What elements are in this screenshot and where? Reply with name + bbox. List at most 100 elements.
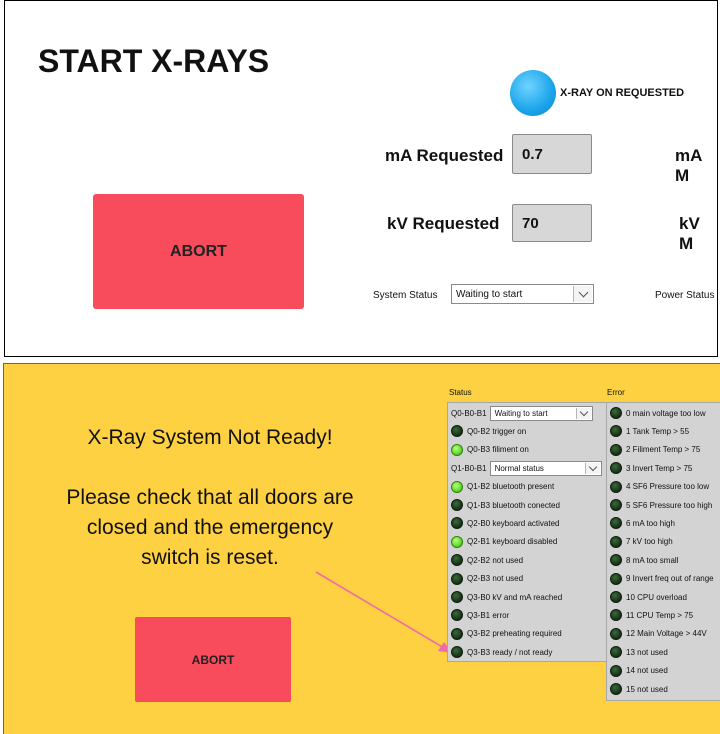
error-row-label: 8 mA too small bbox=[626, 555, 679, 565]
status-row: Q3-B3 ready / not ready bbox=[451, 644, 552, 660]
kv-requested-label: kV Requested bbox=[387, 214, 500, 233]
status-row-label: Q3-B1 error bbox=[467, 610, 510, 620]
chevron-down-icon[interactable] bbox=[573, 286, 592, 302]
chevron-down-icon[interactable] bbox=[575, 407, 591, 419]
error-row-label: 3 Invert Temp > 75 bbox=[626, 463, 693, 473]
status-row-label: Q2-B1 keyboard disabled bbox=[467, 537, 558, 547]
error-led-icon bbox=[610, 480, 622, 493]
status-row-label: Q3-B3 ready / not ready bbox=[467, 647, 553, 657]
status-select-value: Waiting to start bbox=[494, 408, 548, 418]
status-led-icon bbox=[451, 443, 463, 456]
status-select[interactable]: Waiting to start bbox=[489, 405, 593, 421]
page-title: START X-RAYS bbox=[38, 43, 270, 79]
error-row: 12 Main Voltage > 44V bbox=[610, 626, 707, 642]
status-row: Q2-B3 not used bbox=[451, 571, 523, 587]
status-led-icon bbox=[451, 572, 463, 585]
error-led-icon bbox=[610, 462, 622, 475]
error-row-label: 15 not used bbox=[626, 684, 668, 694]
abort-button-secondary[interactable]: ABORT bbox=[135, 617, 291, 702]
ma-measured-label: mA M bbox=[675, 146, 702, 185]
error-row: 13 not used bbox=[610, 644, 668, 660]
status-row-label: Q3-B0 kV and mA reached bbox=[467, 592, 563, 602]
error-row: 10 CPU overload bbox=[610, 589, 687, 605]
error-row-label: 7 kV too high bbox=[626, 537, 673, 547]
status-led-icon bbox=[451, 480, 463, 493]
status-row: Q3-B0 kV and mA reached bbox=[451, 589, 562, 605]
start-xrays-panel: START X-RAYS X-RAY ON REQUESTED mA Reque… bbox=[4, 0, 718, 357]
ma-requested-input[interactable]: 0.7 bbox=[512, 134, 592, 174]
status-row: Q3-B2 preheating required bbox=[451, 626, 562, 642]
kv-requested-input[interactable]: 70 bbox=[512, 204, 592, 242]
error-led-icon bbox=[610, 591, 622, 603]
error-led-icon bbox=[610, 443, 622, 456]
status-row-label: Q2-B2 not used bbox=[467, 555, 524, 565]
status-row: Q0-B3 filiment on bbox=[451, 442, 529, 458]
status-select-value: Normal status bbox=[494, 463, 544, 473]
error-row-label: 2 Filiment Temp > 75 bbox=[626, 445, 701, 455]
not-ready-message: X-Ray System Not Ready! bbox=[87, 426, 333, 449]
error-row-label: 13 not used bbox=[626, 647, 668, 657]
status-row-label: Q0-B3 filiment on bbox=[467, 445, 529, 455]
error-row: 5 SF6 Pressure too high bbox=[610, 497, 712, 513]
status-row: Q0-B0-B1 Waiting to start bbox=[451, 405, 593, 421]
status-led-icon bbox=[451, 627, 463, 640]
error-row: 14 not used bbox=[610, 663, 668, 679]
error-led-icon bbox=[610, 683, 622, 695]
status-row-label: Q3-B2 preheating required bbox=[467, 629, 562, 639]
status-select[interactable]: Normal status bbox=[489, 460, 602, 476]
error-row: 3 Invert Temp > 75 bbox=[610, 460, 692, 476]
error-led-icon bbox=[610, 627, 622, 640]
status-row: Q1-B2 bluetooth present bbox=[451, 479, 554, 495]
error-row-label: 5 SF6 Pressure too high bbox=[626, 500, 713, 510]
error-led-icon bbox=[610, 535, 622, 548]
error-led-icon bbox=[610, 646, 622, 659]
error-row-label: 9 Invert freq out of range bbox=[626, 574, 714, 584]
status-row-label: Q1-B2 bluetooth present bbox=[467, 482, 555, 492]
status-led-icon bbox=[451, 499, 463, 511]
status-led-icon bbox=[451, 535, 463, 548]
status-led-icon bbox=[451, 425, 463, 438]
status-row-label: Q1-B0-B1 bbox=[451, 463, 487, 473]
error-row-label: 6 mA too high bbox=[626, 518, 675, 528]
error-led-icon bbox=[610, 517, 622, 530]
status-led-icon bbox=[451, 554, 463, 567]
status-row: Q2-B0 keyboard activated bbox=[451, 515, 560, 531]
error-box: 0 main voltage too low 1 Tank Temp > 55 2 … bbox=[606, 402, 720, 701]
system-status-select[interactable]: Waiting to start bbox=[451, 284, 594, 304]
not-ready-panel: X-Ray System Not Ready! Please check tha… bbox=[3, 363, 720, 734]
error-led-icon bbox=[610, 407, 622, 419]
status-row: Q0-B2 trigger on bbox=[451, 423, 526, 439]
instruction-line-1: Please check that all doors are bbox=[66, 486, 354, 509]
power-status-label: Power Status bbox=[655, 290, 715, 301]
arrow-icon bbox=[315, 571, 453, 653]
status-box: Q0-B0-B1 Waiting to start Q0-B2 trigger on… bbox=[447, 402, 607, 662]
error-led-icon bbox=[610, 499, 622, 511]
ma-requested-label: mA Requested bbox=[385, 146, 504, 165]
error-row: 2 Filiment Temp > 75 bbox=[610, 442, 700, 458]
error-row: 6 mA too high bbox=[610, 515, 675, 531]
error-row: 8 mA too small bbox=[610, 552, 678, 568]
status-row-label: Q2-B0 keyboard activated bbox=[467, 518, 560, 528]
kv-measured-label: kV M bbox=[679, 214, 700, 253]
status-row-label: Q1-B3 bluetooth conected bbox=[467, 500, 560, 510]
status-row: Q1-B0-B1 Normal status bbox=[451, 460, 602, 476]
error-led-icon bbox=[610, 609, 622, 622]
status-row: Q1-B3 bluetooth conected bbox=[451, 497, 560, 513]
error-row: 15 not used bbox=[610, 681, 668, 697]
error-box-title: Error bbox=[607, 388, 625, 397]
status-box-title: Status bbox=[449, 388, 472, 397]
status-row-label: Q0-B0-B1 bbox=[451, 408, 487, 418]
xray-on-indicator-icon bbox=[510, 70, 556, 116]
status-row: Q3-B1 error bbox=[451, 607, 509, 623]
system-status-value: Waiting to start bbox=[456, 288, 523, 300]
error-led-icon bbox=[610, 554, 622, 567]
error-row: 1 Tank Temp > 55 bbox=[610, 423, 689, 439]
error-led-icon bbox=[610, 425, 622, 438]
status-row-label: Q0-B2 trigger on bbox=[467, 426, 527, 436]
abort-button[interactable]: ABORT bbox=[93, 194, 304, 309]
error-row-label: 1 Tank Temp > 55 bbox=[626, 426, 690, 436]
chevron-down-icon[interactable] bbox=[584, 462, 600, 474]
status-row: Q2-B2 not used bbox=[451, 552, 523, 568]
status-led-icon bbox=[451, 591, 463, 603]
error-row-label: 0 main voltage too low bbox=[626, 408, 706, 418]
